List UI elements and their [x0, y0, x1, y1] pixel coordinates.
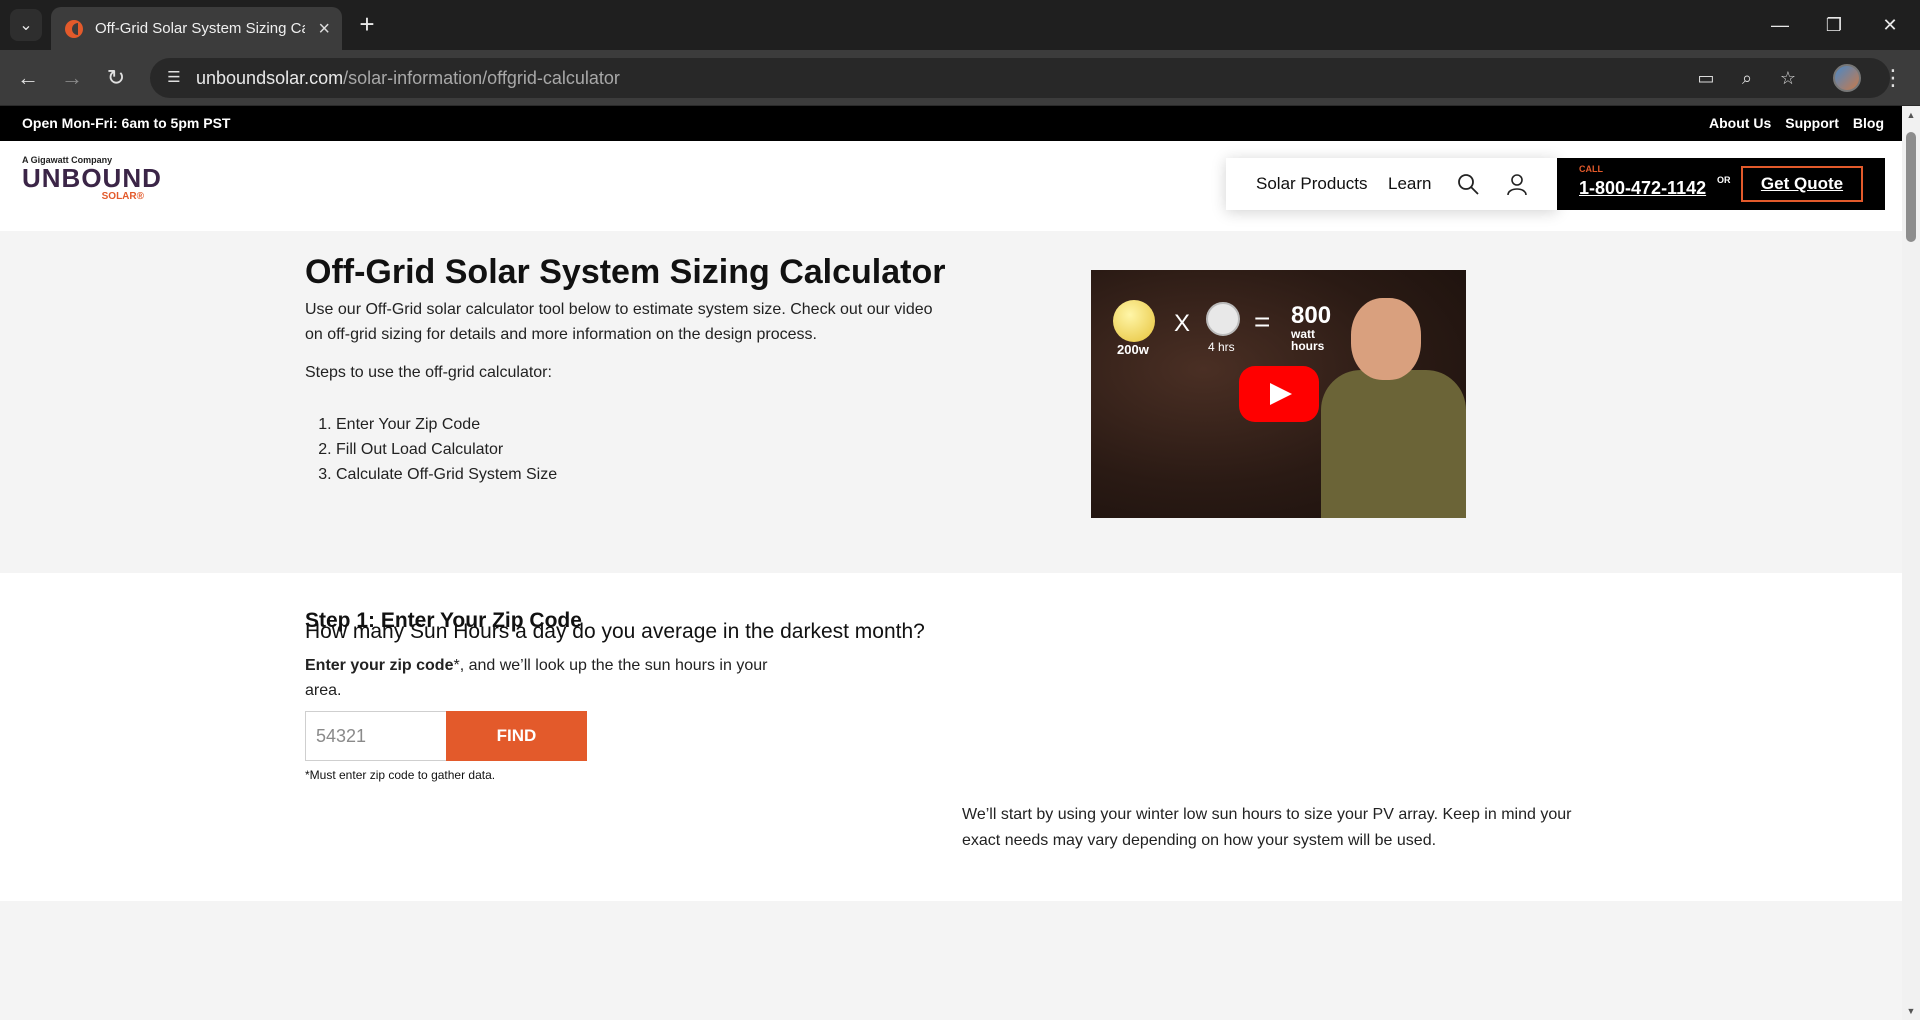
top-info-bar: Open Mon-Fri: 6am to 5pm PST About Us Su…: [0, 106, 1902, 141]
multiply-sign: X: [1174, 310, 1191, 337]
address-bar[interactable]: ☰ unboundsolar.com/solar-information/off…: [150, 58, 1890, 98]
tab-close-icon[interactable]: ×: [318, 19, 330, 39]
restore-window-button[interactable]: ❐: [1806, 0, 1862, 50]
zip-description: Enter your zip code*, and we’ll look up …: [305, 657, 768, 699]
profile-avatar[interactable]: [1833, 64, 1861, 92]
steps-list: Enter Your Zip Code Fill Out Load Calcul…: [336, 412, 557, 487]
play-button-icon[interactable]: [1239, 366, 1319, 422]
site-logo[interactable]: A Gigawatt Company UNBOUND SOLAR®: [22, 155, 162, 202]
call-box: CALL 1-800-472-1142 OR Get Quote: [1557, 158, 1885, 210]
page-viewport: Open Mon-Fri: 6am to 5pm PST About Us Su…: [0, 106, 1902, 1020]
tab-title: Off-Grid Solar System Sizing Calculator: [95, 20, 305, 37]
clock-icon: [1206, 302, 1240, 336]
back-button[interactable]: ←: [12, 62, 44, 94]
zoom-icon[interactable]: ⌕: [1735, 66, 1759, 90]
browser-tab-active[interactable]: Off-Grid Solar System Sizing Calculator …: [51, 7, 342, 50]
account-icon[interactable]: [1505, 172, 1529, 196]
minimize-window-button[interactable]: —: [1752, 0, 1808, 50]
scroll-up-icon[interactable]: ▲: [1906, 110, 1916, 120]
site-header: A Gigawatt Company UNBOUND SOLAR® Solar …: [0, 141, 1902, 231]
hero-intro: Use our Off-Grid solar calculator tool b…: [305, 301, 933, 343]
call-label: CALL: [1579, 164, 1603, 174]
clock-hours: 4 hrs: [1208, 340, 1235, 354]
next-section-band: [0, 901, 1902, 1020]
business-hours: Open Mon-Fri: 6am to 5pm PST: [22, 115, 231, 131]
url-text: unboundsolar.com/solar-information/offgr…: [196, 68, 620, 88]
zip-code-input[interactable]: [305, 711, 447, 761]
top-link-about-us[interactable]: About Us: [1709, 115, 1771, 131]
steps-label: Steps to use the off-grid calculator:: [305, 364, 552, 381]
list-item: Enter Your Zip Code: [336, 412, 557, 437]
logo-wordmark: UNBOUND: [22, 163, 162, 193]
browser-toolbar: ← → ↻ ☰ unboundsolar.com/solar-informati…: [0, 50, 1920, 106]
new-tab-button[interactable]: +: [352, 10, 382, 40]
bookmark-star-icon[interactable]: ☆: [1776, 66, 1800, 90]
phone-link[interactable]: 1-800-472-1142: [1579, 178, 1706, 199]
top-link-blog[interactable]: Blog: [1853, 115, 1884, 131]
search-icon[interactable]: [1456, 172, 1480, 196]
close-window-button[interactable]: ✕: [1862, 0, 1918, 50]
bulb-wattage: 200w: [1117, 342, 1149, 357]
scroll-down-icon[interactable]: ▼: [1906, 1006, 1916, 1016]
nav-learn[interactable]: Learn: [1388, 174, 1431, 194]
hero-section: Off-Grid Solar System Sizing Calculator …: [0, 231, 1902, 573]
tab-search-button[interactable]: ⌄: [10, 9, 42, 41]
scrollbar-thumb[interactable]: [1906, 132, 1916, 242]
browser-tabbar: ⌄ Off-Grid Solar System Sizing Calculato…: [0, 0, 1920, 50]
lightbulb-icon: [1113, 300, 1155, 342]
list-item: Calculate Off-Grid System Size: [336, 462, 557, 487]
cast-blocked-icon[interactable]: ▭: [1694, 66, 1718, 90]
top-link-support[interactable]: Support: [1785, 115, 1839, 131]
sun-hours-paragraph: We’ll start by using your winter low sun…: [962, 806, 1572, 849]
main-nav: Solar Products Learn: [1226, 158, 1557, 210]
site-info-icon[interactable]: ☰: [162, 66, 186, 90]
reload-button[interactable]: ↻: [100, 62, 132, 94]
forward-button[interactable]: →: [56, 62, 88, 94]
presenter-image: [1321, 270, 1466, 518]
browser-menu-icon[interactable]: ⋮: [1882, 62, 1904, 94]
get-quote-button[interactable]: Get Quote: [1741, 166, 1863, 202]
chevron-down-icon: ⌄: [19, 17, 33, 34]
equals-sign: =: [1254, 306, 1271, 337]
result-unit: watt hours: [1291, 327, 1325, 353]
site-favicon-icon: [65, 19, 83, 38]
zip-note: *Must enter zip code to gather data.: [305, 768, 496, 782]
video-thumbnail[interactable]: 200w X 4 hrs = 800 watt hours: [1091, 270, 1466, 518]
step1-section: Step 1: Enter Your Zip Code Enter your z…: [0, 573, 1902, 901]
nav-solar-products[interactable]: Solar Products: [1256, 174, 1368, 194]
or-label: OR: [1717, 175, 1731, 185]
page-scrollbar[interactable]: ▲ ▼: [1902, 106, 1920, 1020]
page-title: Off-Grid Solar System Sizing Calculator: [305, 253, 946, 291]
find-button[interactable]: FIND: [446, 711, 587, 761]
list-item: Fill Out Load Calculator: [336, 437, 557, 462]
sun-hours-question: How many Sun Hours a day do you average …: [305, 620, 925, 643]
